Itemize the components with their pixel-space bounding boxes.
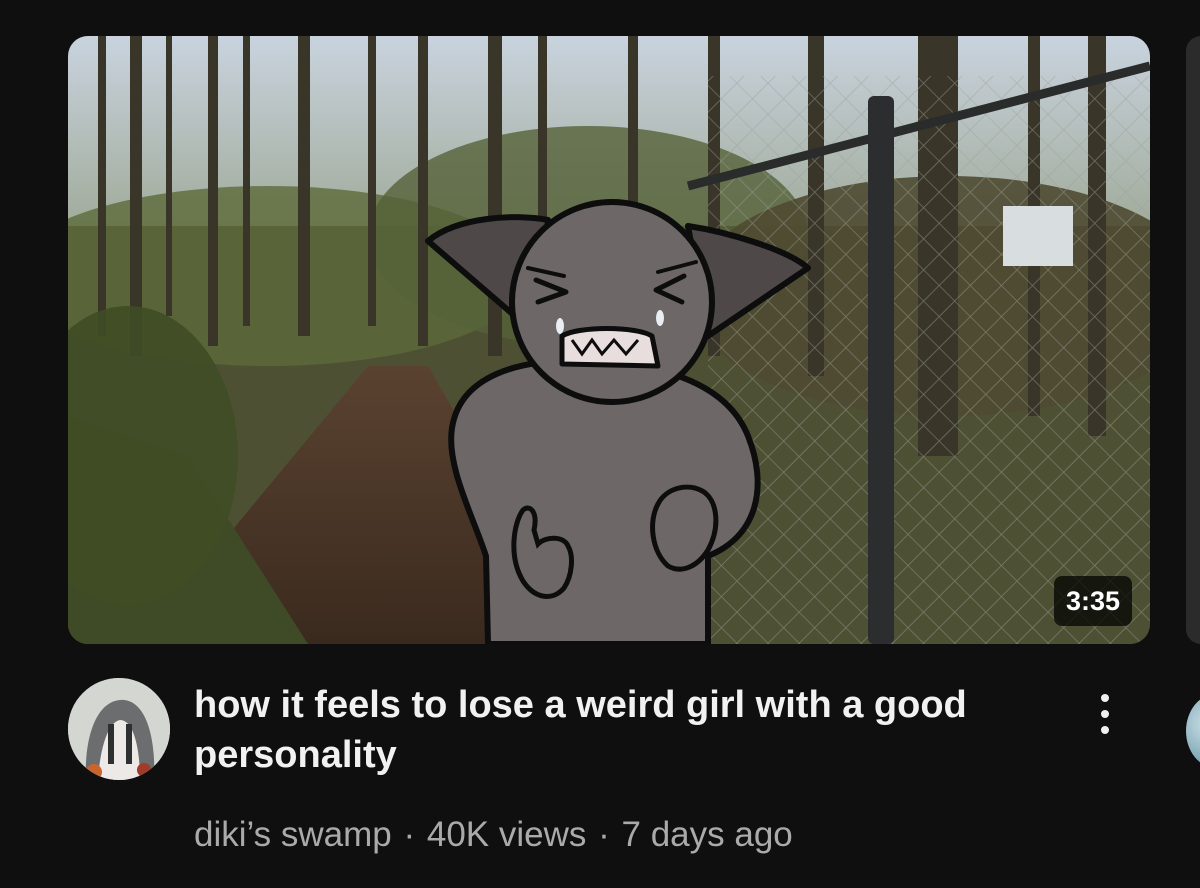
upload-time: 7 days ago bbox=[621, 815, 793, 854]
channel-avatar[interactable] bbox=[68, 678, 170, 780]
thumbnail-image bbox=[68, 36, 1150, 644]
video-metadata: diki’s swamp · 40K views · 7 days ago bbox=[194, 810, 793, 860]
view-count: 40K views bbox=[426, 815, 587, 854]
more-vertical-icon bbox=[1101, 726, 1109, 734]
duration-badge: 3:35 bbox=[1053, 576, 1132, 626]
more-vertical-icon bbox=[1101, 710, 1109, 718]
next-video-thumbnail-edge[interactable] bbox=[1186, 36, 1200, 644]
meta-separator: · bbox=[598, 815, 610, 854]
video-title[interactable]: how it feels to lose a weird girl with a… bbox=[194, 680, 1054, 780]
channel-name[interactable]: diki’s swamp bbox=[194, 815, 392, 854]
avatar-image bbox=[68, 678, 170, 780]
meta-separator: · bbox=[403, 815, 416, 854]
video-card[interactable]: 3:35 how it feels to lose a weird girl w… bbox=[0, 0, 1200, 888]
more-options-button[interactable] bbox=[1082, 684, 1128, 744]
next-channel-avatar-edge[interactable] bbox=[1186, 694, 1200, 768]
video-thumbnail[interactable]: 3:35 bbox=[68, 36, 1150, 644]
more-vertical-icon bbox=[1101, 694, 1109, 702]
